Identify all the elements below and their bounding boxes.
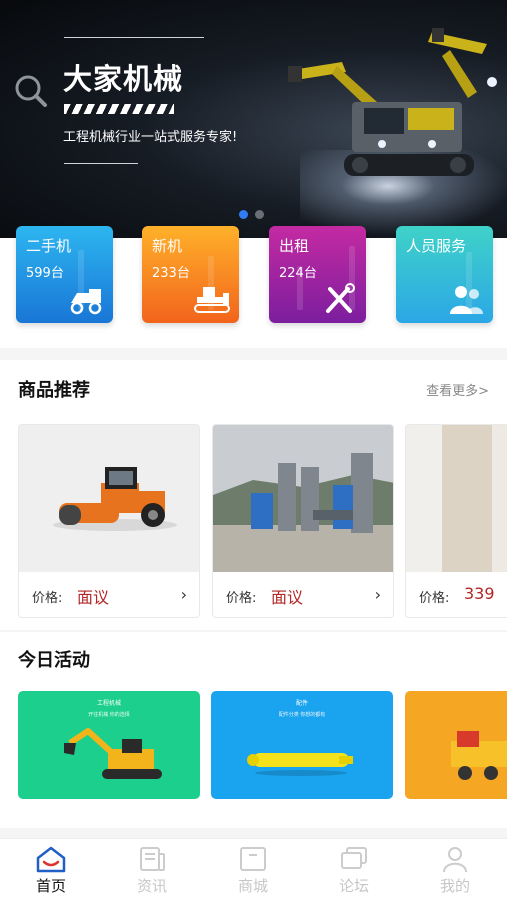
tab-shop[interactable]: 商城 (223, 845, 283, 896)
category-rental[interactable]: 出租 224台 (269, 226, 366, 323)
category-count: 233台 (152, 266, 190, 281)
category-label: 新机 (152, 237, 183, 255)
price-value: 面议 (77, 588, 110, 607)
shop-icon (240, 847, 266, 871)
activity-card[interactable]: 工程机械 开往机械 你的选择 (18, 691, 200, 799)
chevron-right-icon: › (374, 585, 381, 604)
tab-home[interactable]: 首页 (21, 845, 81, 896)
category-new-machines[interactable]: 新机 233台 (142, 226, 239, 323)
carousel-dot-2[interactable] (255, 210, 264, 219)
dozer-icon (194, 287, 230, 313)
category-used-machines[interactable]: 二手机 599台 (16, 226, 113, 323)
product-card[interactable]: 价格: 339 (405, 424, 507, 618)
search-icon[interactable] (14, 74, 48, 108)
tab-profile[interactable]: 我的 (425, 845, 485, 896)
price-label: 价格: (419, 591, 450, 606)
banner-stripes (64, 104, 174, 114)
stone-slab-photo (406, 425, 507, 572)
category-count: 224台 (279, 266, 317, 281)
banner-divider-top (64, 37, 204, 38)
category-row: 二手机 599台 新机 233台 出租 224台 人员服务 (0, 226, 507, 348)
price-value: 面议 (271, 588, 304, 607)
product-card[interactable]: 价格: 面议 › (212, 424, 394, 618)
product-card[interactable]: 价格: 面议 › (18, 424, 200, 618)
price-value: 339 (464, 584, 495, 603)
roller-icon (70, 289, 102, 315)
tab-label: 首页 (35, 877, 66, 895)
carousel-indicator[interactable] (239, 210, 264, 219)
price-label: 价格: (32, 591, 63, 606)
drilling-rig-illustration (288, 28, 497, 176)
chevron-right-icon: › (180, 585, 187, 604)
section-title: 商品推荐 (18, 380, 90, 401)
activity-card[interactable]: 配件 配件分类 你想的都有 (211, 691, 393, 799)
tab-label: 我的 (439, 877, 470, 895)
concrete-plant-photo (213, 425, 393, 572)
crane-illustration (451, 731, 507, 780)
see-more-link[interactable]: 查看更多> (426, 380, 489, 399)
category-personnel-service[interactable]: 人员服务 (396, 226, 493, 323)
forum-icon (341, 847, 367, 869)
price-label: 价格: (226, 591, 257, 606)
home-icon (36, 846, 66, 873)
tab-label: 资讯 (136, 877, 167, 895)
activity-card[interactable] (405, 691, 507, 799)
category-count: 599台 (26, 266, 64, 281)
banner-subtitle: 工程机械行业一站式服务专家! (63, 130, 238, 145)
profile-icon (443, 847, 467, 873)
tab-forum[interactable]: 论坛 (324, 845, 384, 896)
section-title: 今日活动 (18, 650, 90, 671)
category-label: 人员服务 (406, 237, 467, 255)
tools-icon (326, 283, 355, 313)
banner-divider-bottom (64, 163, 138, 164)
tab-news[interactable]: 资讯 (122, 845, 182, 896)
news-icon (140, 847, 165, 871)
tab-label: 论坛 (338, 877, 369, 895)
category-label: 二手机 (26, 237, 72, 255)
category-label: 出租 (279, 237, 310, 255)
people-icon (450, 286, 483, 314)
banner-title: 大家机械 (63, 62, 184, 96)
carousel-dot-1[interactable] (239, 210, 248, 219)
bottom-tab-bar: 首页 资讯 商城 论坛 我的 (0, 838, 507, 900)
hero-banner[interactable]: 大家机械 工程机械行业一站式服务专家! (0, 0, 507, 238)
excavator-illustration (64, 728, 162, 779)
road-roller-photo (19, 425, 199, 572)
hydraulic-cylinder-illustration (247, 753, 353, 776)
tab-label: 商城 (237, 877, 268, 895)
